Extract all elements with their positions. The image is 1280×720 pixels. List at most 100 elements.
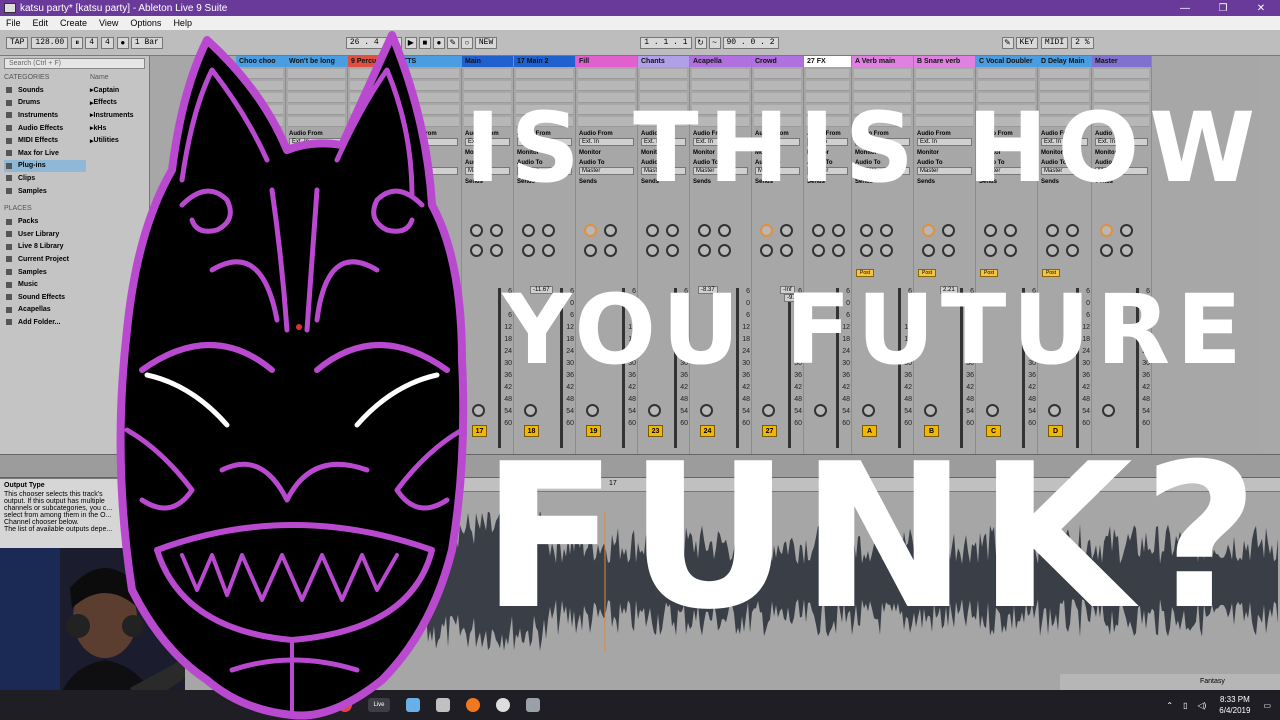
clip-slot[interactable] <box>978 69 1035 79</box>
send-knob[interactable] <box>860 224 873 237</box>
track-title-bar[interactable]: Chants <box>638 56 689 67</box>
send-knob[interactable] <box>760 244 773 257</box>
track-title-bar[interactable]: 27 FX <box>804 56 851 67</box>
pan-knob[interactable] <box>986 404 999 417</box>
pan-knob[interactable] <box>1102 404 1115 417</box>
loop-length[interactable]: 90 . 0 . 2 <box>722 36 779 49</box>
browser-place-item[interactable]: Acapellas <box>4 304 86 317</box>
menu-help[interactable]: Help <box>167 18 198 28</box>
minimize-button[interactable]: — <box>1166 3 1204 14</box>
obs-icon[interactable] <box>496 698 510 712</box>
signature-numerator[interactable]: 4 <box>85 36 99 49</box>
send-knob[interactable] <box>604 244 617 257</box>
clip-slot[interactable] <box>916 69 973 79</box>
tempo-field[interactable]: 128.00 <box>31 36 69 49</box>
key-map-button[interactable]: KEY <box>1015 36 1038 49</box>
send-knob[interactable] <box>666 224 679 237</box>
send-knob[interactable] <box>584 224 597 237</box>
send-knob[interactable] <box>1004 224 1017 237</box>
send-knob[interactable] <box>646 244 659 257</box>
track-title-bar[interactable]: D Delay Main <box>1038 56 1091 67</box>
track-title-bar[interactable]: Fill <box>576 56 637 67</box>
send-knob[interactable] <box>922 224 935 237</box>
send-knob[interactable] <box>984 244 997 257</box>
browser-category-item[interactable]: Clips <box>4 172 86 185</box>
send-knob[interactable] <box>490 224 503 237</box>
midi-map-button[interactable]: MIDI <box>1040 36 1069 49</box>
send-knob[interactable] <box>1066 224 1079 237</box>
browser-category-item[interactable]: Plug-ins <box>4 159 86 173</box>
new-clip-button[interactable]: NEW <box>474 36 498 49</box>
track-title-bar[interactable]: Acapella <box>690 56 751 67</box>
pan-knob[interactable] <box>814 404 827 417</box>
clip-slot[interactable] <box>640 69 687 79</box>
browser-category-item[interactable]: Instruments <box>4 109 86 122</box>
punch-icon[interactable]: ~ <box>708 36 721 49</box>
send-knob[interactable] <box>584 244 597 257</box>
track-title-bar[interactable]: Crowd <box>752 56 803 67</box>
send-knob[interactable] <box>984 224 997 237</box>
track-title-bar[interactable]: 17 Main 2 <box>514 56 575 67</box>
browser-place-item[interactable]: Add Folder... <box>4 316 86 329</box>
clip-slot[interactable] <box>854 69 911 79</box>
tap-tempo-button[interactable]: TAP <box>6 36 29 49</box>
menu-options[interactable]: Options <box>124 18 167 28</box>
clip-slot[interactable] <box>516 69 573 79</box>
pan-knob[interactable] <box>648 404 661 417</box>
send-knob[interactable] <box>760 224 773 237</box>
send-knob[interactable] <box>812 244 825 257</box>
tray-chevron-icon[interactable]: ⌃ <box>1166 701 1173 710</box>
send-knob[interactable] <box>1100 244 1113 257</box>
nudge-icon[interactable]: ⏸ <box>71 36 84 49</box>
notifications-icon[interactable]: ▭ <box>1263 701 1271 710</box>
send-knob[interactable] <box>490 244 503 257</box>
send-knob[interactable] <box>718 244 731 257</box>
track-title-bar[interactable]: A Verb main <box>852 56 913 67</box>
clock[interactable]: 8:33 PM 6/4/2019 <box>1219 694 1250 716</box>
menu-view[interactable]: View <box>93 18 124 28</box>
send-knob[interactable] <box>780 244 793 257</box>
send-knob[interactable] <box>522 244 535 257</box>
browser-place-item[interactable]: Samples <box>4 266 86 279</box>
send-knob[interactable] <box>942 224 955 237</box>
send-knob[interactable] <box>922 244 935 257</box>
send-knob[interactable] <box>832 224 845 237</box>
loop-icon[interactable]: ↻ <box>694 36 707 49</box>
browser-place-item[interactable]: Current Project <box>4 253 86 266</box>
browser-category-item[interactable]: Samples <box>4 185 86 198</box>
close-button[interactable]: ✕ <box>1242 3 1280 14</box>
pan-knob[interactable] <box>862 404 875 417</box>
browser-category-item[interactable]: Max for Live <box>4 147 86 160</box>
send-knob[interactable] <box>1066 244 1079 257</box>
browser-category-item[interactable]: Audio Effects <box>4 122 86 135</box>
send-knob[interactable] <box>542 224 555 237</box>
clip-slot[interactable] <box>1094 69 1149 79</box>
send-knob[interactable] <box>812 224 825 237</box>
send-knob[interactable] <box>942 244 955 257</box>
send-knob[interactable] <box>698 224 711 237</box>
send-knob[interactable] <box>1100 224 1113 237</box>
pan-knob[interactable] <box>762 404 775 417</box>
pan-knob[interactable] <box>524 404 537 417</box>
volume-icon[interactable]: ◁) <box>1197 701 1206 710</box>
clip-slot[interactable] <box>754 69 801 79</box>
browser-place-item[interactable]: Sound Effects <box>4 291 86 304</box>
browser-place-item[interactable]: Music <box>4 278 86 291</box>
clip-slot[interactable] <box>1040 69 1089 79</box>
network-icon[interactable]: ▯ <box>1183 701 1187 710</box>
send-knob[interactable] <box>698 244 711 257</box>
send-knob[interactable] <box>718 224 731 237</box>
send-knob[interactable] <box>832 244 845 257</box>
send-knob[interactable] <box>666 244 679 257</box>
clip-slot[interactable] <box>692 69 749 79</box>
pencil-icon[interactable]: ✎ <box>1001 36 1014 49</box>
send-knob[interactable] <box>1004 244 1017 257</box>
menu-edit[interactable]: Edit <box>27 18 55 28</box>
send-knob[interactable] <box>542 244 555 257</box>
menu-file[interactable]: File <box>0 18 27 28</box>
pan-knob[interactable] <box>700 404 713 417</box>
send-knob[interactable] <box>522 224 535 237</box>
clip-slot[interactable] <box>578 69 635 79</box>
pan-knob[interactable] <box>586 404 599 417</box>
send-knob[interactable] <box>780 224 793 237</box>
